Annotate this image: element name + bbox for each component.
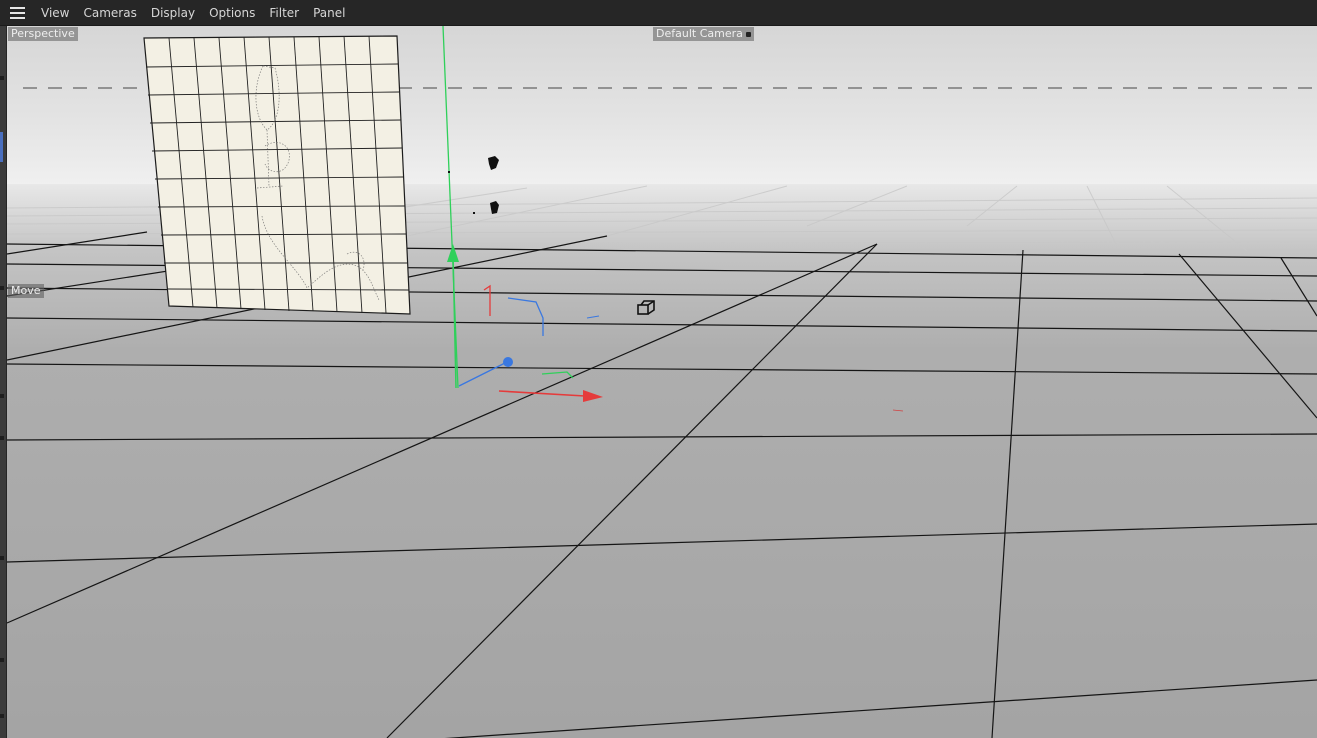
menu-view[interactable]: View xyxy=(34,0,76,26)
viewport-menubar: View Cameras Display Options Filter Pane… xyxy=(0,0,1317,26)
menu-display[interactable]: Display xyxy=(144,0,202,26)
viewport-window: View Cameras Display Options Filter Pane… xyxy=(0,0,1317,738)
projection-label[interactable]: Perspective xyxy=(8,27,78,41)
viewport-scene[interactable] xyxy=(7,26,1317,738)
perspective-viewport[interactable]: Perspective Default Camera Move xyxy=(7,26,1317,738)
camera-dot-icon xyxy=(745,31,751,37)
menu-cameras[interactable]: Cameras xyxy=(76,0,143,26)
left-tool-strip[interactable] xyxy=(0,26,7,738)
camera-label[interactable]: Default Camera xyxy=(653,27,754,41)
menu-panel[interactable]: Panel xyxy=(306,0,352,26)
active-tool-marker xyxy=(0,132,3,162)
hamburger-menu-icon[interactable] xyxy=(0,0,34,26)
menu-filter[interactable]: Filter xyxy=(262,0,306,26)
camera-label-text: Default Camera xyxy=(656,27,743,40)
active-tool-label: Move xyxy=(8,284,44,298)
menu-options[interactable]: Options xyxy=(202,0,262,26)
textured-plane-object[interactable] xyxy=(143,35,411,315)
